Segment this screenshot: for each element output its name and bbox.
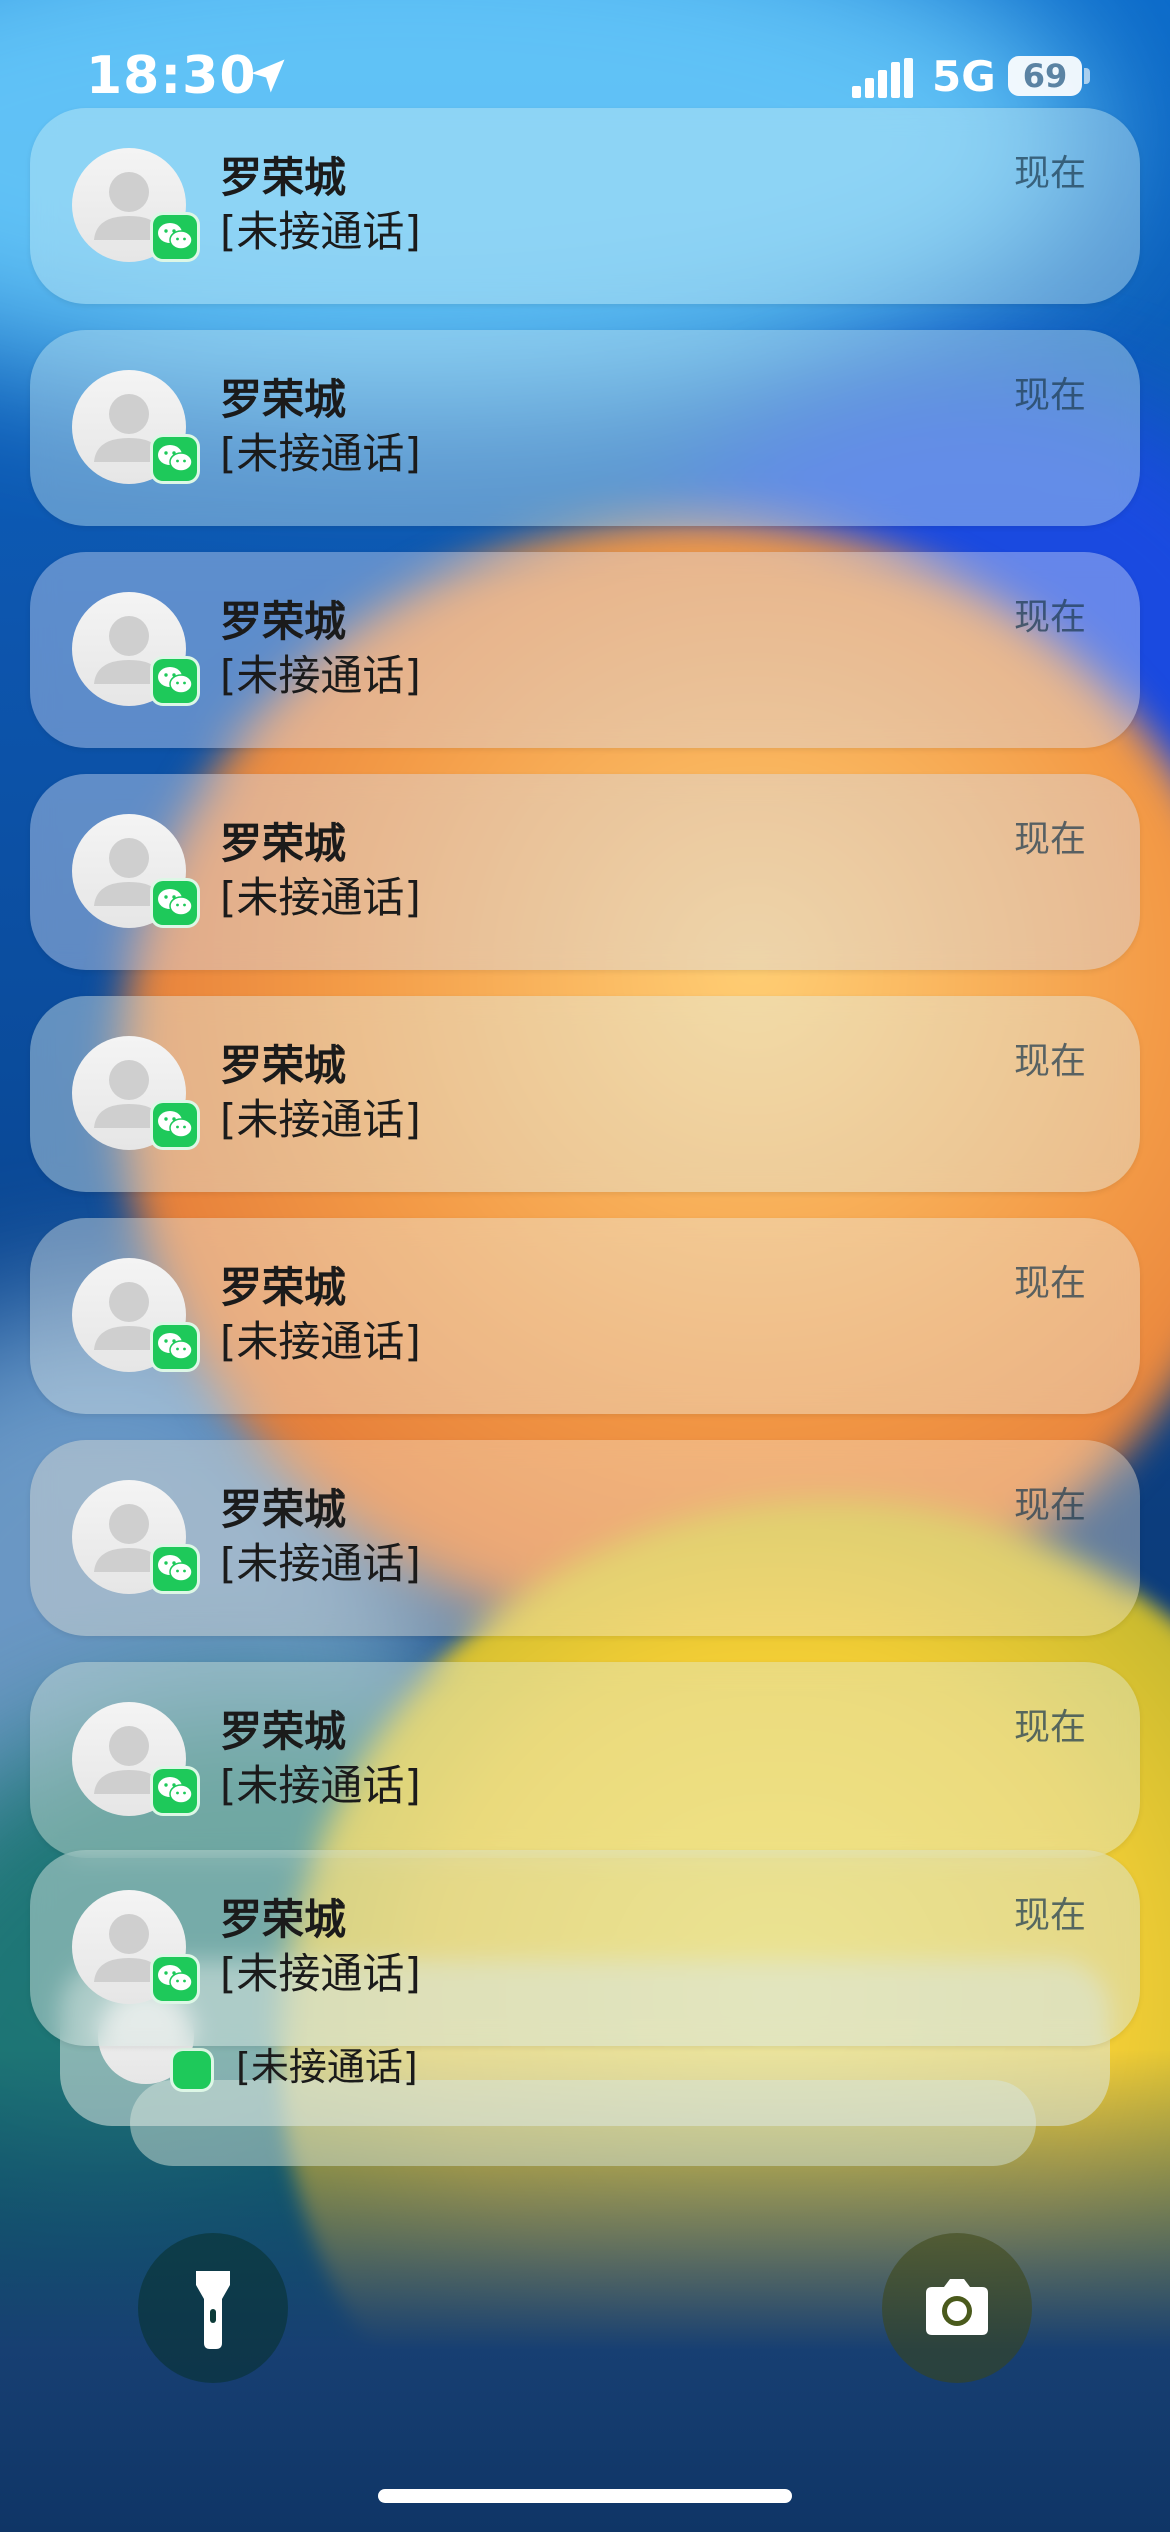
wechat-icon xyxy=(150,1954,200,2004)
camera-button[interactable] xyxy=(882,2233,1032,2383)
wechat-icon xyxy=(150,434,200,484)
notification-time: 现在 xyxy=(1013,1485,1086,1526)
wechat-icon xyxy=(170,2048,214,2092)
flashlight-icon xyxy=(196,2271,230,2349)
notification-body: [未接通话] xyxy=(220,1317,421,1366)
notification-body: [未接通话] xyxy=(220,1095,421,1144)
notification-time: 现在 xyxy=(1013,1263,1086,1304)
notification-body: [未接通话] xyxy=(220,1949,421,1998)
network-type: 5G xyxy=(932,52,996,101)
notification-time: 现在 xyxy=(1013,1895,1086,1936)
notification-title: 罗荣城 xyxy=(220,1263,347,1312)
battery-level: 69 xyxy=(1022,57,1068,95)
notification-body: [未接通话] xyxy=(220,429,421,478)
notification-title: 罗荣城 xyxy=(220,597,347,646)
notification-card[interactable]: 罗荣城 [未接通话] 现在 xyxy=(30,1850,1140,2046)
notification-time: 现在 xyxy=(1013,1707,1086,1748)
signal-bars-icon xyxy=(852,58,913,98)
notification-card[interactable]: 罗荣城 [未接通话] 现在 xyxy=(30,330,1140,526)
notification-card[interactable]: 罗荣城 [未接通话] 现在 xyxy=(30,996,1140,1192)
camera-icon xyxy=(926,2279,988,2335)
notification-title: 罗荣城 xyxy=(220,1707,347,1756)
notification-card[interactable]: 罗荣城 [未接通话] 现在 xyxy=(30,1662,1140,1858)
notification-title: 罗荣城 xyxy=(220,1895,347,1944)
wechat-icon xyxy=(150,1766,200,1816)
notification-body: [未接通话] xyxy=(220,651,421,700)
notification-title: 罗荣城 xyxy=(220,153,347,202)
notification-body: [未接通话] xyxy=(220,1761,421,1810)
notification-time: 现在 xyxy=(1013,1041,1086,1082)
status-time: 18:30 xyxy=(86,46,257,106)
notification-time: 现在 xyxy=(1013,819,1086,860)
notification-card[interactable]: 罗荣城 [未接通话] 现在 xyxy=(30,108,1140,304)
wechat-icon xyxy=(150,878,200,928)
location-arrow-icon xyxy=(251,59,285,93)
wechat-icon xyxy=(150,212,200,262)
wechat-icon xyxy=(150,1322,200,1372)
notification-body: [未接通话] xyxy=(220,1539,421,1588)
wechat-icon xyxy=(150,1100,200,1150)
notification-body: [未接通话] xyxy=(220,207,421,256)
notification-card[interactable]: 罗荣城 [未接通话] 现在 xyxy=(30,774,1140,970)
battery-icon: 69 xyxy=(1008,56,1082,96)
notification-title: 罗荣城 xyxy=(220,1485,347,1534)
wechat-icon xyxy=(150,1544,200,1594)
notification-body: [未接通话] xyxy=(220,873,421,922)
notification-time: 现在 xyxy=(1013,375,1086,416)
notification-time: 现在 xyxy=(1013,153,1086,194)
notification-title: 罗荣城 xyxy=(220,375,347,424)
notification-card[interactable]: 罗荣城 [未接通话] 现在 xyxy=(30,1218,1140,1414)
wechat-icon xyxy=(150,656,200,706)
flashlight-button[interactable] xyxy=(138,2233,288,2383)
notification-time: 现在 xyxy=(1013,597,1086,638)
home-indicator[interactable] xyxy=(378,2489,792,2503)
notification-card[interactable]: 罗荣城 [未接通话] 现在 xyxy=(30,1440,1140,1636)
notification-title: 罗荣城 xyxy=(220,819,347,868)
notification-title: 罗荣城 xyxy=(220,1041,347,1090)
notification-card[interactable]: 罗荣城 [未接通话] 现在 xyxy=(30,552,1140,748)
